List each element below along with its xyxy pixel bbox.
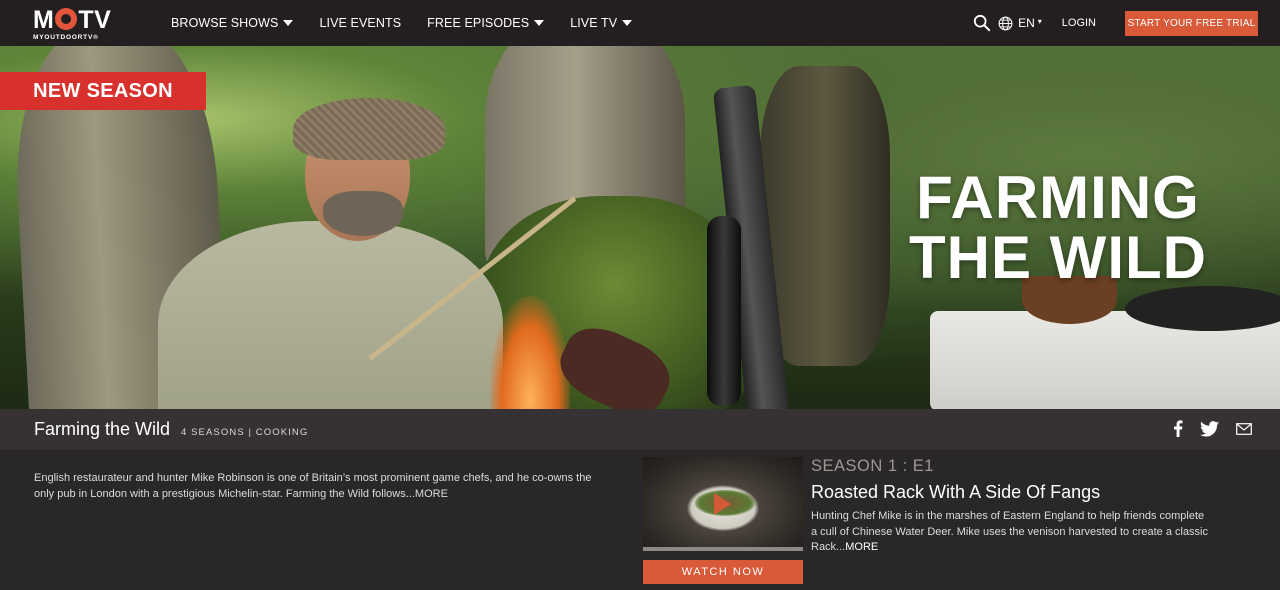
nav-live-tv[interactable]: LIVE TV bbox=[570, 16, 633, 30]
show-details: English restaurateur and hunter Mike Rob… bbox=[0, 450, 1280, 590]
hero-title-line-1: FARMING bbox=[916, 164, 1200, 231]
logo-subtitle: MYOUTDOORTV® bbox=[33, 34, 99, 41]
hero-show-title: FARMING THE WILD bbox=[878, 168, 1238, 288]
hero-chef-beard bbox=[323, 191, 403, 236]
play-icon[interactable] bbox=[714, 493, 731, 515]
nav-live-tv-label: LIVE TV bbox=[570, 16, 618, 30]
show-description: English restaurateur and hunter Mike Rob… bbox=[34, 471, 604, 502]
hero-chef-cap bbox=[293, 98, 445, 160]
logo-letters-tv: TV bbox=[78, 6, 112, 34]
show-meta: 4 SEASONS | COOKING bbox=[181, 427, 309, 438]
show-description-text: English restaurateur and hunter Mike Rob… bbox=[34, 472, 592, 500]
episode-title[interactable]: Roasted Rack With A Side Of Fangs bbox=[811, 482, 1100, 503]
nav-live-events[interactable]: LIVE EVENTS bbox=[319, 16, 401, 30]
logo-o-mark bbox=[55, 8, 78, 30]
logo-letter-m: M bbox=[33, 6, 55, 34]
twitter-icon[interactable] bbox=[1200, 420, 1219, 437]
nav-browse-shows-label: BROWSE SHOWS bbox=[171, 16, 279, 30]
hero-banner[interactable]: NEW SEASON FARMING THE WILD bbox=[0, 46, 1280, 409]
watch-now-button[interactable]: WATCH NOW bbox=[643, 560, 803, 584]
show-title: Farming the Wild bbox=[34, 419, 171, 439]
hero-chef-body bbox=[158, 221, 503, 409]
show-more-link[interactable]: MORE bbox=[415, 488, 448, 500]
chevron-down-icon bbox=[534, 20, 545, 26]
login-link[interactable]: LOGIN bbox=[1062, 17, 1096, 29]
start-free-trial-button[interactable]: START YOUR FREE TRIAL bbox=[1125, 10, 1258, 36]
top-nav: M TV MYOUTDOORTV® BROWSE SHOWS LIVE EVENT… bbox=[0, 0, 1280, 46]
logo-wordmark: M TV bbox=[33, 6, 125, 33]
hero-rifle-scope bbox=[707, 216, 741, 406]
episode-more-link[interactable]: MORE bbox=[845, 541, 878, 553]
nav-browse-shows[interactable]: BROWSE SHOWS bbox=[171, 16, 294, 30]
language-label: EN bbox=[1018, 16, 1035, 30]
mail-icon[interactable] bbox=[1236, 422, 1252, 435]
episode-number: SEASON 1 : E1 bbox=[811, 457, 934, 475]
chevron-down-icon bbox=[622, 20, 633, 26]
language-caret-icon: ▾ bbox=[1037, 16, 1042, 26]
hero-title-line-2: THE WILD bbox=[909, 224, 1207, 291]
facebook-icon[interactable] bbox=[1173, 420, 1183, 437]
main-menu: BROWSE SHOWS LIVE EVENTS FREE EPISODES L… bbox=[171, 0, 658, 46]
nav-free-episodes-label: FREE EPISODES bbox=[427, 16, 530, 30]
new-season-badge: NEW SEASON bbox=[0, 72, 206, 110]
language-selector[interactable]: EN ▾ bbox=[998, 16, 1042, 31]
motv-logo[interactable]: M TV MYOUTDOORTV® bbox=[33, 6, 125, 42]
show-info-bar: Farming the Wild 4 SEASONS | COOKING bbox=[0, 409, 1280, 450]
episode-progress-bar bbox=[643, 547, 803, 551]
episode-description: Hunting Chef Mike is in the marshes of E… bbox=[811, 509, 1211, 556]
nav-free-episodes[interactable]: FREE EPISODES bbox=[427, 16, 545, 30]
chevron-down-icon bbox=[283, 20, 294, 26]
search-icon[interactable] bbox=[973, 14, 991, 32]
nav-utilities: EN ▾ LOGIN START YOUR FREE TRIAL bbox=[973, 0, 1258, 46]
globe-icon bbox=[998, 16, 1013, 30]
share-icons bbox=[1156, 420, 1252, 437]
nav-live-events-label: LIVE EVENTS bbox=[319, 16, 402, 30]
episode-thumbnail[interactable] bbox=[643, 457, 803, 550]
